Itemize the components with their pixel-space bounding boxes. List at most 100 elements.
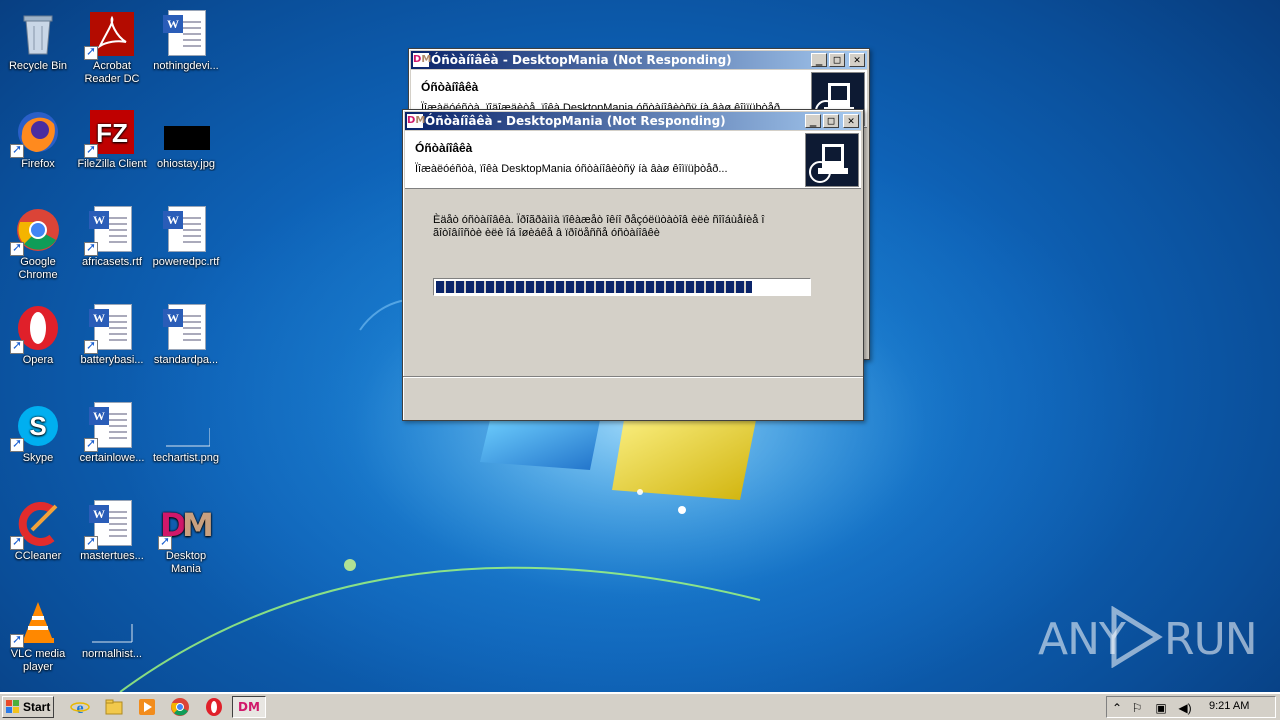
desktop-icon-label: VLC media player xyxy=(10,648,66,673)
desktop-icon-label: Recycle Bin xyxy=(8,60,68,72)
desktop-icon-label: Desktop Mania xyxy=(165,550,207,575)
word-doc-icon: W xyxy=(84,402,136,452)
desktop-icon-label: nothingdevi... xyxy=(153,60,219,72)
desktop-icon-label: normalhist... xyxy=(82,648,142,660)
desktop-icon-ccleaner[interactable]: CCleaner xyxy=(0,496,76,588)
word-doc-icon: W xyxy=(162,304,210,352)
image-file-icon xyxy=(88,598,136,646)
svg-text:FZ: FZ xyxy=(96,118,128,148)
header-title: Óñòàíîâêà xyxy=(421,80,479,94)
word-doc-icon: W xyxy=(162,206,210,254)
word-doc-icon: W xyxy=(162,10,210,58)
filezilla-icon: FZ xyxy=(84,108,136,158)
desktop-icon-normalhist[interactable]: normalhist... xyxy=(74,594,150,686)
close-button[interactable]: ✕ xyxy=(849,53,865,67)
window-title: Óñòàíîâêà - DesktopMania (Not Responding… xyxy=(431,53,732,67)
desktop-icon-techartist[interactable]: techartist.png xyxy=(148,398,224,490)
explorer-icon[interactable] xyxy=(104,697,124,717)
desktop-icon-label: ohiostay.jpg xyxy=(157,158,215,170)
progress-fill xyxy=(436,281,753,293)
minimize-button[interactable]: _ xyxy=(805,114,821,128)
desktop-icon-label: poweredpc.rtf xyxy=(152,256,220,268)
chrome-icon[interactable] xyxy=(170,697,190,717)
desktop-icon-label: batterybasi... xyxy=(80,354,144,366)
desktop-icon-batterybasi[interactable]: W batterybasi... xyxy=(74,300,150,392)
opera-icon[interactable] xyxy=(204,697,224,717)
desktop-icon-skype[interactable]: S Skype xyxy=(0,398,76,490)
watermark-right: RUN xyxy=(1164,614,1258,665)
word-doc-icon: W xyxy=(84,500,136,550)
desktop-mania-app-icon: DM xyxy=(413,53,432,67)
desktop-icon-standardpa[interactable]: W standardpa... xyxy=(148,300,224,392)
desktop-icon-label: CCleaner xyxy=(14,550,62,562)
desktop-icon-opera[interactable]: Opera xyxy=(0,300,76,392)
desktop-icon-label: africasets.rtf xyxy=(82,256,142,268)
desktop-icon-label: Acrobat Reader DC xyxy=(84,60,140,85)
svg-text:S: S xyxy=(29,411,46,441)
skype-icon: S xyxy=(10,402,62,452)
header-subtitle: Ïîæàëóéñòà, ïîêà DesktopMania óñòàíîâèòñ… xyxy=(415,163,728,175)
desktop-icon-nothingdevi[interactable]: W nothingdevi... xyxy=(148,6,224,98)
maximize-button[interactable]: □ xyxy=(829,53,845,67)
install-progress-bar xyxy=(433,278,811,296)
header-title: Óñòàíîâêà xyxy=(415,141,473,155)
desktop-icon-desktop-mania[interactable]: DM Desktop Mania xyxy=(148,496,224,588)
status-line-2: ãîòîâíîñòè èëè îá îøèáêå â ïðîöåññå óñòà… xyxy=(433,227,660,239)
minimize-button[interactable]: _ xyxy=(811,53,827,67)
close-button[interactable]: ✕ xyxy=(843,114,859,128)
recycle-bin-icon xyxy=(14,10,62,58)
ccleaner-icon xyxy=(10,500,62,550)
taskbar: Start e DM ⌃ ⚐ ▣ ◀) 9:21 AM xyxy=(0,692,1280,720)
clock[interactable]: 9:21 AM xyxy=(1209,700,1249,712)
desktop-icon-label: standardpa... xyxy=(153,354,219,366)
svg-text:M: M xyxy=(182,506,214,544)
desktop-icon-label: Firefox xyxy=(21,158,55,170)
media-player-icon[interactable] xyxy=(137,697,157,717)
desktop-mania-app-icon: DM xyxy=(407,114,426,128)
window-header: Óñòàíîâêà Ïîæàëóéñòà, ïîêà DesktopMania … xyxy=(405,131,861,189)
window-titlebar[interactable]: DM Óñòàíîâêà - DesktopMania (Not Respond… xyxy=(405,112,861,130)
firefox-icon xyxy=(10,108,62,158)
desktop-icon-firefox[interactable]: Firefox xyxy=(0,104,76,196)
desktop-icon-vlc[interactable]: VLC media player xyxy=(0,594,76,686)
volume-icon[interactable]: ◀) xyxy=(1177,700,1193,716)
action-center-flag-icon[interactable]: ⚐ xyxy=(1129,700,1145,716)
desktop-icon-label: certainlowe... xyxy=(79,452,145,464)
status-line-1: Èäåò óñòàíîâêà. Ïðîãðàììà ïîêàæåò îêíî ð… xyxy=(433,214,765,226)
desktop-mania-icon: DM xyxy=(158,500,214,550)
desktop-icon-poweredpc[interactable]: W poweredpc.rtf xyxy=(148,202,224,294)
desktop-icon-filezilla[interactable]: FZ FileZilla Client xyxy=(74,104,150,196)
acrobat-icon xyxy=(84,10,136,60)
desktop-icon-label: Opera xyxy=(22,354,54,366)
chrome-icon xyxy=(10,206,62,256)
desktop-icon-label: techartist.png xyxy=(152,452,220,464)
desktop-icon-ohiostay[interactable]: ohiostay.jpg xyxy=(148,104,224,196)
image-file-icon xyxy=(162,108,210,156)
maximize-button[interactable]: □ xyxy=(823,114,839,128)
status-message: Èäåò óñòàíîâêà. Ïðîãðàììà ïîêàæåò îêíî ð… xyxy=(433,214,765,240)
desktop-icon-certainlowe[interactable]: W certainlowe... xyxy=(74,398,150,490)
window-title: Óñòàíîâêà - DesktopMania (Not Responding… xyxy=(425,114,726,128)
desktop-icon-label: Skype xyxy=(22,452,54,464)
desktop-icon-africasets[interactable]: W africasets.rtf xyxy=(74,202,150,294)
image-file-icon xyxy=(162,402,211,450)
window-titlebar[interactable]: DM Óñòàíîâêà - DesktopMania (Not Respond… xyxy=(411,51,867,69)
desktop-icon-acrobat[interactable]: Acrobat Reader DC xyxy=(74,6,150,98)
taskbar-item-desktop-mania[interactable]: DM xyxy=(232,696,266,718)
computer-disc-icon xyxy=(805,133,859,187)
installer-window-front[interactable]: DM Óñòàíîâêà - DesktopMania (Not Respond… xyxy=(402,109,864,421)
ie-icon[interactable]: e xyxy=(70,697,90,717)
play-triangle-icon xyxy=(1111,606,1163,668)
desktop-icon-label: Google Chrome xyxy=(18,256,58,281)
show-hidden-icons-icon[interactable]: ⌃ xyxy=(1109,700,1125,716)
desktop-icon-mastertues[interactable]: W mastertues... xyxy=(74,496,150,588)
divider xyxy=(403,376,863,378)
system-tray: ⌃ ⚐ ▣ ◀) 9:21 AM xyxy=(1106,696,1276,718)
network-icon[interactable]: ▣ xyxy=(1153,700,1169,716)
desktop-icon-recycle-bin[interactable]: Recycle Bin xyxy=(0,6,76,98)
start-button[interactable]: Start xyxy=(2,696,54,718)
desktop-icon-chrome[interactable]: Google Chrome xyxy=(0,202,76,294)
windows-flag-icon xyxy=(6,700,19,713)
desktop-icon-label: mastertues... xyxy=(80,550,144,562)
start-label: Start xyxy=(23,700,51,714)
